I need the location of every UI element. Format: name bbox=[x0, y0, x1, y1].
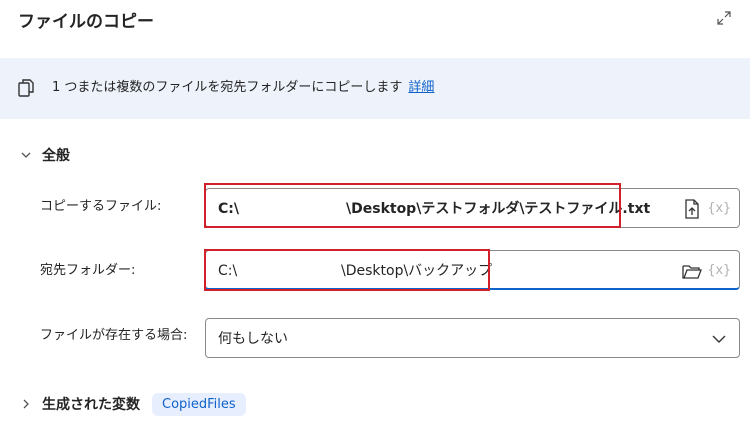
if-file-exists-dropdown[interactable]: 何もしない bbox=[205, 318, 740, 358]
generated-variables-section[interactable]: 生成された変数 CopiedFiles bbox=[20, 390, 246, 418]
copy-document-icon bbox=[18, 79, 34, 97]
expand-icon[interactable] bbox=[716, 10, 732, 26]
page-title: ファイルのコピー bbox=[18, 12, 154, 32]
description-text: 1 つまたは複数のファイルを宛先フォルダーにコピーします bbox=[52, 80, 403, 95]
destination-drive: C:\ bbox=[218, 263, 238, 279]
info-banner: 1 つまたは複数のファイルを宛先フォルダーにコピーします 詳細 bbox=[0, 58, 750, 119]
variable-picker-button[interactable]: {x} bbox=[708, 199, 731, 219]
if-file-exists-value: 何もしない bbox=[218, 331, 288, 347]
if-file-exists-label: ファイルが存在する場合: bbox=[40, 328, 188, 343]
chevron-right-icon bbox=[23, 399, 29, 409]
action-description: 1 つまたは複数のファイルを宛先フォルダーにコピーします 詳細 bbox=[52, 78, 434, 98]
variable-chip[interactable]: CopiedFiles bbox=[152, 392, 246, 416]
generated-variables-label: 生成された変数 bbox=[42, 397, 140, 413]
files-to-copy-label: コピーするファイル: bbox=[40, 199, 162, 214]
variable-picker-button[interactable]: {x} bbox=[708, 261, 731, 281]
folder-open-icon[interactable] bbox=[681, 260, 703, 282]
files-to-copy-path: \Desktop\テストフォルダ\テストファイル.txt bbox=[346, 201, 651, 217]
files-to-copy-drive: C:\ bbox=[218, 201, 239, 217]
chevron-down-icon bbox=[21, 152, 31, 158]
file-upload-icon[interactable] bbox=[681, 198, 703, 220]
destination-path: \Desktop\バックアップ bbox=[341, 263, 493, 279]
destination-folder-label: 宛先フォルダー: bbox=[40, 263, 136, 278]
general-section-header[interactable]: 全般 bbox=[20, 144, 70, 166]
destination-folder-input[interactable]: C:\ \Desktop\バックアップ {x} bbox=[205, 250, 740, 290]
files-to-copy-input[interactable]: C:\ \Desktop\テストフォルダ\テストファイル.txt {x} bbox=[205, 188, 740, 228]
chevron-down-icon bbox=[712, 335, 726, 343]
details-link[interactable]: 詳細 bbox=[408, 80, 434, 95]
general-section-label: 全般 bbox=[42, 148, 70, 164]
